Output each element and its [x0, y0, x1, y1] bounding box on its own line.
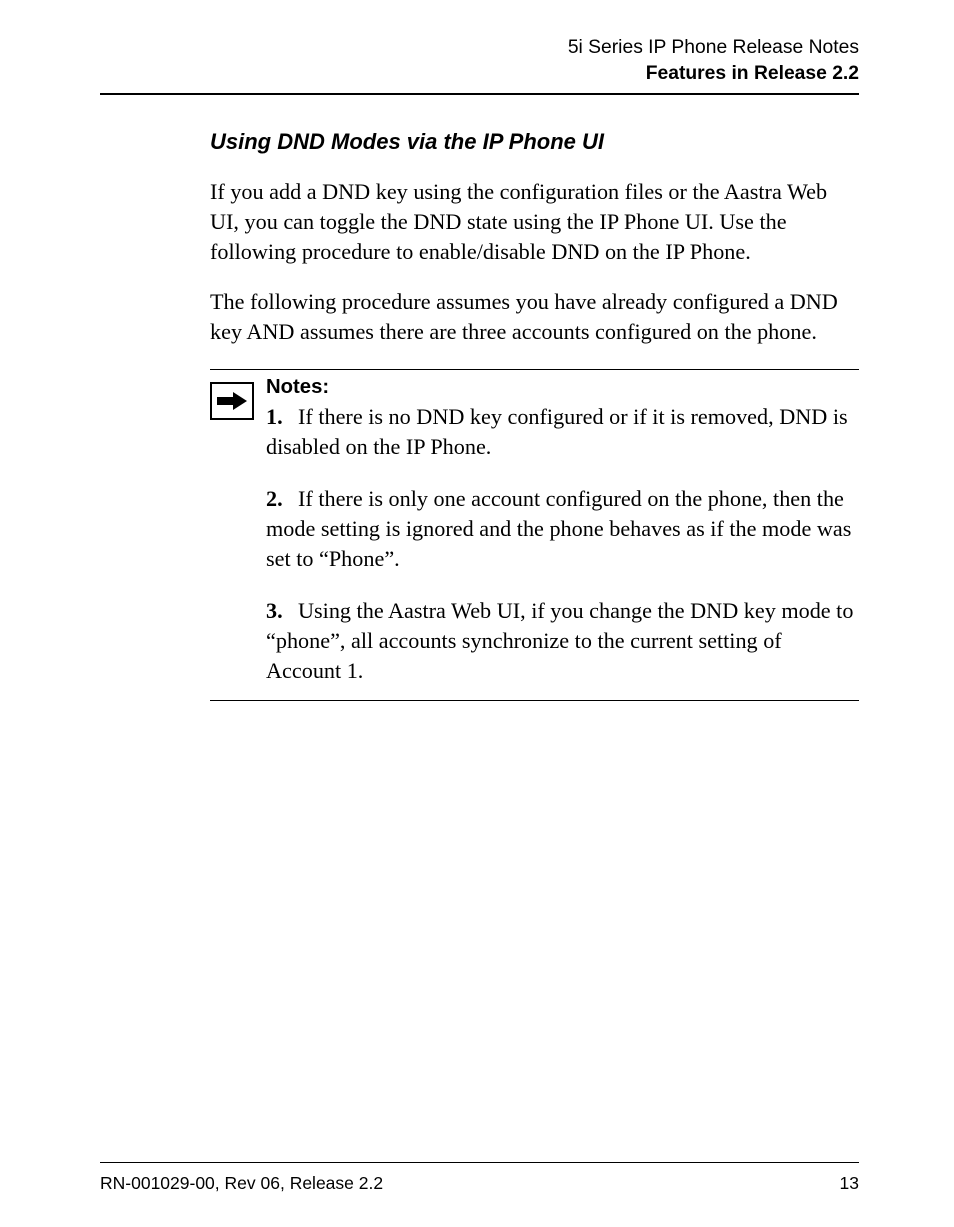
footer-rule — [100, 1162, 859, 1163]
note-number: 3. — [266, 596, 298, 626]
running-header: 5i Series IP Phone Release Notes Feature… — [100, 35, 859, 87]
note-item-2: 2.If there is only one account configure… — [266, 484, 859, 574]
header-section-line: Features in Release 2.2 — [100, 61, 859, 87]
note-text: If there is only one account configured … — [266, 486, 851, 571]
note-text: Using the Aastra Web UI, if you change t… — [266, 598, 853, 683]
arrow-right-icon — [210, 382, 254, 420]
footer-doc-id: RN-001029-00, Rev 06, Release 2.2 — [100, 1173, 383, 1194]
body-paragraph-2: The following procedure assumes you have… — [210, 287, 859, 347]
page: 5i Series IP Phone Release Notes Feature… — [0, 0, 954, 1227]
note-text: If there is no DND key configured or if … — [266, 404, 848, 459]
section-title: Using DND Modes via the IP Phone UI — [210, 129, 859, 155]
header-product-line: 5i Series IP Phone Release Notes — [100, 35, 859, 61]
note-item-1: 1.If there is no DND key configured or i… — [266, 402, 859, 462]
notes-label: Notes: — [266, 376, 859, 399]
footer-page-number: 13 — [840, 1173, 859, 1194]
content-area: Using DND Modes via the IP Phone UI If y… — [210, 129, 859, 701]
notes-box: Notes: 1.If there is no DND key configur… — [210, 369, 859, 701]
header-rule — [100, 93, 859, 95]
page-footer: RN-001029-00, Rev 06, Release 2.2 13 — [100, 1162, 859, 1194]
note-number: 2. — [266, 484, 298, 514]
body-paragraph-1: If you add a DND key using the configura… — [210, 177, 859, 267]
note-number: 1. — [266, 402, 298, 432]
note-item-3: 3.Using the Aastra Web UI, if you change… — [266, 596, 859, 686]
notes-text: Notes: 1.If there is no DND key configur… — [266, 376, 859, 686]
footer-row: RN-001029-00, Rev 06, Release 2.2 13 — [100, 1173, 859, 1194]
